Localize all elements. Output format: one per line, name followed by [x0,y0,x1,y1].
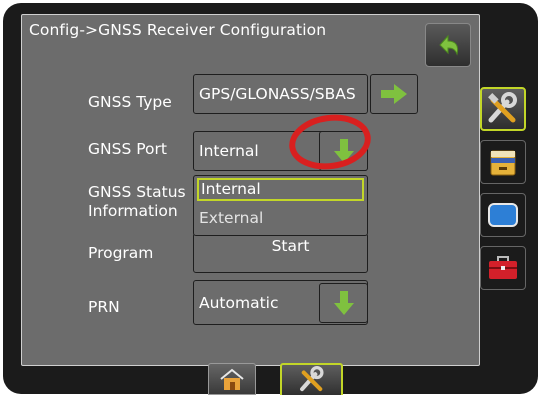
home-tab[interactable] [208,363,256,395]
file-cabinet-icon [490,150,516,176]
sidebar-data-button[interactable] [480,140,526,184]
sidebar-tools-button[interactable] [480,87,526,131]
tools-tab[interactable] [280,363,343,395]
prn-value: Automatic [199,293,279,312]
prn-dropdown-button[interactable] [319,283,368,323]
gnss-port-dropdown-list: Internal External [193,175,368,236]
tools-icon [299,366,324,392]
arrow-down-icon [333,139,354,163]
arrow-right-icon [381,84,407,104]
back-button[interactable] [425,23,471,67]
gnss-status-label: GNSS Status Information [88,183,186,220]
page-title: Config->GNSS Receiver Configuration [29,21,327,39]
config-panel: Config->GNSS Receiver Configuration GNSS… [21,14,480,366]
dropdown-option-internal[interactable]: Internal [197,178,364,201]
arrow-down-icon [333,291,354,315]
gnss-type-value: GPS/GLONASS/SBAS [199,85,356,103]
home-icon [220,368,244,390]
gnss-port-label: GNSS Port [88,140,167,158]
back-arrow-icon [439,34,459,56]
display-icon [488,203,518,227]
prn-label: PRN [88,298,120,316]
gnss-port-dropdown-button[interactable] [319,131,368,171]
dropdown-option-external[interactable]: External [197,207,364,230]
gnss-type-label: GNSS Type [88,93,172,111]
gnss-port-value: Internal [199,142,259,160]
gnss-type-next-button[interactable] [370,74,418,114]
gnss-type-field[interactable]: GPS/GLONASS/SBAS [193,74,368,114]
program-label: Program [88,244,154,262]
sidebar-display-button[interactable] [480,193,526,237]
program-start-label: Start [271,237,310,255]
tools-icon [488,92,517,123]
program-start-button[interactable]: Start [193,233,368,273]
sidebar-toolbox-button[interactable] [480,246,526,290]
toolbox-icon [489,256,517,279]
